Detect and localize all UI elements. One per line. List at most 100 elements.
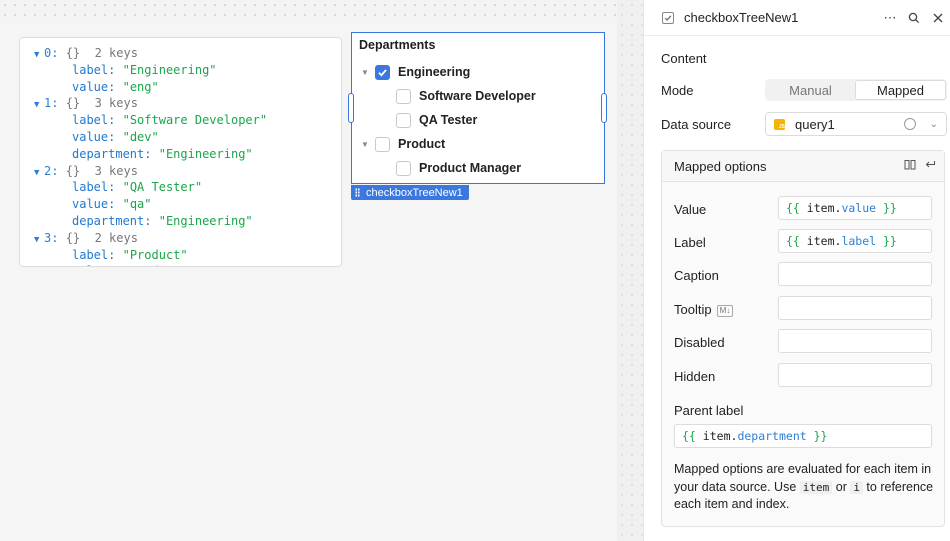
mode-toggle[interactable]: Manual Mapped — [765, 79, 947, 101]
json-field-row: label: "Software Developer" — [34, 112, 341, 129]
tooltip-label-wrap: Tooltip M↓ — [674, 302, 734, 317]
value-input[interactable]: {{ item. value }} — [778, 196, 932, 220]
mode-label: Mode — [661, 83, 694, 98]
parent-label-label: Parent label — [674, 403, 744, 418]
help-text: or — [832, 479, 851, 494]
hidden-label: Hidden — [674, 369, 716, 384]
canvas-gutter — [617, 0, 643, 541]
json-field-row: value: "eng" — [34, 79, 341, 96]
more-icon[interactable]: ⋯ — [878, 6, 902, 30]
parent-label-input[interactable]: {{ item. department }} — [674, 424, 932, 448]
json-entry-row[interactable]: ▼ 0: {} 2 keys — [34, 45, 341, 62]
json-value: "qa" — [122, 197, 152, 212]
tree-item-engineering[interactable]: ▼ Engineering — [359, 62, 470, 82]
search-icon[interactable] — [902, 6, 926, 30]
tree-item-label: Engineering — [398, 65, 471, 79]
template-close: }} — [883, 234, 897, 248]
json-key: label: — [72, 180, 116, 195]
disabled-label: Disabled — [674, 335, 725, 350]
json-value: "Engineering" — [122, 62, 217, 77]
json-key: label: — [72, 247, 116, 262]
value-label: Value — [674, 202, 707, 217]
json-type: {} — [65, 46, 81, 60]
checkbox[interactable] — [396, 88, 411, 104]
json-value: "eng" — [122, 79, 159, 94]
checkbox[interactable] — [396, 112, 411, 128]
json-field-row: value: "prod" — [34, 263, 341, 266]
json-entry-row[interactable]: ▼ 3: {} 2 keys — [34, 230, 341, 247]
target-icon[interactable] — [904, 118, 916, 130]
json-key-count: 3 keys — [94, 163, 138, 178]
disabled-input[interactable] — [778, 329, 932, 353]
mapped-options-help: Mapped options are evaluated for each it… — [674, 461, 936, 514]
tree-item-label: QA Tester — [419, 113, 478, 127]
component-tag-label: checkboxTreeNew1 — [366, 186, 463, 199]
resize-handle-right[interactable] — [601, 93, 607, 123]
tooltip-input[interactable] — [778, 296, 932, 320]
json-key: department: — [72, 146, 152, 161]
json-value: "Engineering" — [158, 146, 253, 161]
json-field-row: department: "Engineering" — [34, 146, 341, 163]
template-open: {{ — [786, 234, 800, 248]
json-index: 3: — [44, 230, 59, 245]
json-key: value: — [72, 79, 116, 94]
tree-title: Departments — [359, 38, 436, 52]
tooltip-label: Tooltip — [674, 302, 712, 317]
json-key: department: — [72, 213, 152, 228]
chevron-down-icon: ⌄ — [929, 118, 938, 130]
json-field-row: label: "QA Tester" — [34, 179, 341, 196]
resize-handle-left[interactable] — [348, 93, 354, 123]
label-label: Label — [674, 235, 706, 250]
json-key: label: — [72, 62, 116, 77]
json-key-count: 2 keys — [94, 230, 138, 245]
template-id: item — [806, 201, 835, 215]
caption-input[interactable] — [778, 262, 932, 286]
json-entry-row[interactable]: ▼ 1: {} 3 keys — [34, 95, 341, 112]
json-value: "QA Tester" — [122, 180, 203, 195]
inspector-header: checkboxTreeNew1 ⋯ — [644, 0, 950, 36]
template-id: item — [806, 234, 835, 248]
section-title-content[interactable]: Content — [661, 51, 707, 66]
checkbox-icon — [662, 11, 674, 24]
tree-item-label: Product Manager — [419, 161, 522, 175]
tree-item-product-manager[interactable]: Product Manager — [396, 158, 521, 178]
checkbox[interactable] — [396, 160, 411, 176]
js-query-icon: JS — [774, 118, 785, 130]
mapped-options-header: Mapped options — [662, 151, 944, 182]
caption-label: Caption — [674, 268, 719, 283]
json-index: 2: — [44, 163, 59, 178]
json-key: value: — [72, 197, 116, 212]
help-code-index: i — [850, 480, 863, 494]
caret-down-icon[interactable]: ▼ — [361, 68, 369, 77]
json-value: "prod" — [123, 264, 166, 266]
tree-item-qa-tester[interactable]: QA Tester — [396, 110, 477, 130]
caret-down-icon[interactable]: ▼ — [361, 140, 369, 149]
hidden-input[interactable] — [778, 363, 932, 387]
mode-manual-button[interactable]: Manual — [766, 80, 855, 100]
json-field-row: value: "dev" — [34, 129, 341, 146]
tree-item-label: Product — [398, 137, 446, 151]
canvas-grid-top — [0, 0, 643, 24]
tree-item-product[interactable]: ▼ Product — [359, 134, 445, 154]
datasource-select[interactable]: JS query1 ⌄ — [765, 112, 947, 136]
tree-item-software-developer[interactable]: Software Developer — [396, 86, 536, 106]
mapped-options-title: Mapped options — [674, 158, 767, 174]
template-prop: label — [841, 234, 877, 248]
component-tag[interactable]: checkboxTreeNew1 — [351, 185, 469, 200]
book-icon[interactable] — [904, 159, 916, 173]
markdown-icon: M↓ — [716, 304, 734, 317]
checkbox[interactable] — [375, 136, 390, 152]
checkbox-checked[interactable] — [375, 64, 390, 80]
drag-handle-icon[interactable] — [355, 188, 360, 197]
close-icon[interactable] — [926, 6, 950, 30]
label-input[interactable]: {{ item. label }} — [778, 229, 932, 253]
json-type: {} — [65, 163, 81, 178]
mode-mapped-button[interactable]: Mapped — [855, 80, 946, 100]
json-entry-row[interactable]: ▼ 2: {} 3 keys — [34, 163, 341, 180]
undo-icon[interactable] — [924, 159, 936, 173]
json-key-count: 2 keys — [94, 46, 138, 60]
component-name[interactable]: checkboxTreeNew1 — [684, 10, 798, 25]
checkbox-tree[interactable]: Departments ▼ Engineering Software Devel… — [351, 32, 605, 184]
tree-item-label: Software Developer — [419, 89, 536, 103]
json-explorer[interactable]: ▼ 0: {} 2 keys label: "Engineering" value: … — [19, 37, 342, 267]
